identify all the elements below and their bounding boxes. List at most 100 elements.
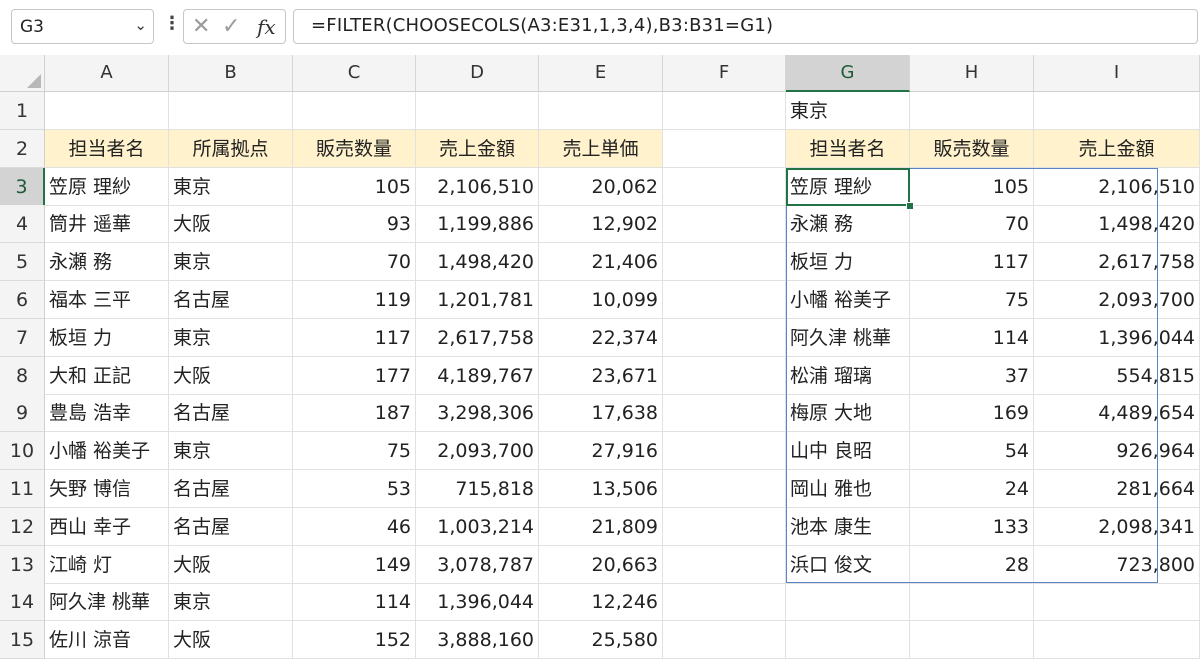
source-cell[interactable]: 2,617,758 — [416, 318, 539, 357]
result-cell[interactable]: 2,106,510 — [1034, 167, 1200, 206]
source-cell[interactable]: 70 — [293, 243, 416, 282]
result-cell[interactable]: 1,396,044 — [1034, 318, 1200, 357]
source-cell[interactable]: 46 — [293, 507, 416, 546]
cell-f14[interactable] — [663, 583, 786, 622]
result-cell[interactable]: 山中 良昭 — [786, 432, 910, 471]
row-header-2[interactable]: 2 — [0, 129, 45, 168]
source-cell[interactable]: 東京 — [169, 243, 293, 282]
result-cell[interactable]: 105 — [910, 167, 1034, 206]
result-cell[interactable]: 板垣 力 — [786, 243, 910, 282]
source-cell[interactable]: 東京 — [169, 432, 293, 471]
source-cell[interactable]: 75 — [293, 432, 416, 471]
source-cell[interactable]: 名古屋 — [169, 394, 293, 433]
source-cell[interactable]: 1,003,214 — [416, 507, 539, 546]
source-cell[interactable]: 豊島 浩幸 — [45, 394, 169, 433]
result-cell[interactable]: 70 — [910, 205, 1034, 244]
result-header-h[interactable]: 販売数量 — [910, 129, 1034, 168]
column-header-f[interactable]: F — [663, 55, 786, 92]
source-cell[interactable]: 12,246 — [539, 583, 663, 622]
more-options-icon[interactable]: ⋮ — [163, 13, 181, 34]
result-cell[interactable]: 926,964 — [1034, 432, 1200, 471]
row-header-5[interactable]: 5 — [0, 243, 45, 282]
result-cell[interactable]: 28 — [910, 545, 1034, 584]
result-cell[interactable]: 永瀬 務 — [786, 205, 910, 244]
result-cell[interactable]: 梅原 大地 — [786, 394, 910, 433]
result-header-i[interactable]: 売上金額 — [1034, 129, 1200, 168]
source-cell[interactable]: 3,298,306 — [416, 394, 539, 433]
cell-i15[interactable] — [1034, 621, 1200, 659]
source-cell[interactable]: 大阪 — [169, 621, 293, 659]
column-header-a[interactable]: A — [45, 55, 169, 92]
result-cell[interactable]: 岡山 雅也 — [786, 470, 910, 508]
source-cell[interactable]: 187 — [293, 394, 416, 433]
source-cell[interactable]: 53 — [293, 470, 416, 508]
source-cell[interactable]: 永瀬 務 — [45, 243, 169, 282]
cell-f15[interactable] — [663, 621, 786, 659]
result-cell[interactable]: 4,489,654 — [1034, 394, 1200, 433]
result-cell[interactable]: 阿久津 桃華 — [786, 318, 910, 357]
row-header-11[interactable]: 11 — [0, 470, 45, 508]
result-cell[interactable]: 281,664 — [1034, 470, 1200, 508]
source-cell[interactable]: 矢野 博信 — [45, 470, 169, 508]
source-cell[interactable]: 117 — [293, 318, 416, 357]
source-cell[interactable]: 大和 正記 — [45, 356, 169, 395]
cell-f12[interactable] — [663, 507, 786, 546]
source-cell[interactable]: 152 — [293, 621, 416, 659]
row-header-3[interactable]: 3 — [0, 167, 45, 206]
source-cell[interactable]: 大阪 — [169, 356, 293, 395]
cell-i14[interactable] — [1034, 583, 1200, 622]
cell-h14[interactable] — [910, 583, 1034, 622]
source-cell[interactable]: 東京 — [169, 167, 293, 206]
source-cell[interactable]: 大阪 — [169, 205, 293, 244]
result-header-g[interactable]: 担当者名 — [786, 129, 910, 168]
source-cell[interactable]: 江崎 灯 — [45, 545, 169, 584]
result-cell[interactable]: 54 — [910, 432, 1034, 471]
source-cell[interactable]: 佐川 涼音 — [45, 621, 169, 659]
row-header-13[interactable]: 13 — [0, 545, 45, 584]
source-cell[interactable]: 4,189,767 — [416, 356, 539, 395]
result-cell[interactable]: 133 — [910, 507, 1034, 546]
cell-f13[interactable] — [663, 545, 786, 584]
column-header-i[interactable]: I — [1034, 55, 1200, 92]
cell-h15[interactable] — [910, 621, 1034, 659]
cell-d1[interactable] — [416, 92, 539, 130]
fill-handle[interactable] — [906, 201, 914, 210]
result-cell[interactable]: 小幡 裕美子 — [786, 281, 910, 319]
source-cell[interactable]: 177 — [293, 356, 416, 395]
source-cell[interactable]: 114 — [293, 583, 416, 622]
result-cell[interactable]: 117 — [910, 243, 1034, 282]
cell-c1[interactable] — [293, 92, 416, 130]
cell-f6[interactable] — [663, 281, 786, 319]
source-cell[interactable]: 1,498,420 — [416, 243, 539, 282]
source-cell[interactable]: 10,099 — [539, 281, 663, 319]
source-cell[interactable]: 149 — [293, 545, 416, 584]
cell-f8[interactable] — [663, 356, 786, 395]
name-box[interactable]: G3 ⌄ — [11, 9, 154, 44]
result-cell[interactable]: 37 — [910, 356, 1034, 395]
source-cell[interactable]: 13,506 — [539, 470, 663, 508]
column-header-c[interactable]: C — [293, 55, 416, 92]
cell-e1[interactable] — [539, 92, 663, 130]
cell-f1[interactable] — [663, 92, 786, 130]
source-cell[interactable]: 名古屋 — [169, 507, 293, 546]
row-header-7[interactable]: 7 — [0, 318, 45, 357]
source-header-d[interactable]: 売上金額 — [416, 129, 539, 168]
result-cell[interactable]: 松浦 瑠璃 — [786, 356, 910, 395]
result-cell[interactable]: 1,498,420 — [1034, 205, 1200, 244]
column-header-g[interactable]: G — [786, 55, 910, 92]
row-header-9[interactable]: 9 — [0, 394, 45, 433]
column-header-h[interactable]: H — [910, 55, 1034, 92]
result-cell[interactable]: 24 — [910, 470, 1034, 508]
source-cell[interactable]: 東京 — [169, 318, 293, 357]
source-cell[interactable]: 20,062 — [539, 167, 663, 206]
source-header-b[interactable]: 所属拠点 — [169, 129, 293, 168]
source-cell[interactable]: 3,078,787 — [416, 545, 539, 584]
source-cell[interactable]: 20,663 — [539, 545, 663, 584]
formula-input[interactable]: =FILTER(CHOOSECOLS(A3:E31,1,3,4),B3:B31=… — [293, 9, 1198, 44]
source-cell[interactable]: 119 — [293, 281, 416, 319]
source-cell[interactable]: 笠原 理紗 — [45, 167, 169, 206]
cell-b1[interactable] — [169, 92, 293, 130]
result-cell[interactable]: 2,617,758 — [1034, 243, 1200, 282]
cell-a1[interactable] — [45, 92, 169, 130]
source-cell[interactable]: 筒井 遥華 — [45, 205, 169, 244]
